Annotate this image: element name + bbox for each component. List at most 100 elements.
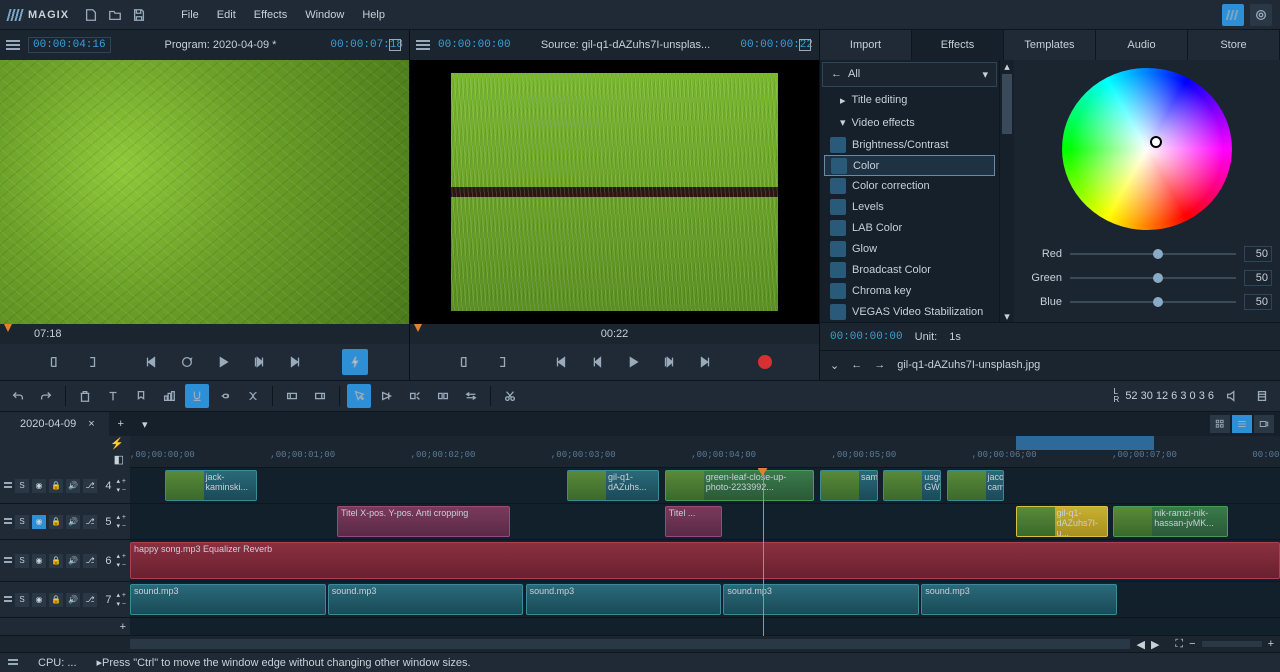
- goto-start-icon[interactable]: [138, 349, 164, 375]
- fx-broadcast-color[interactable]: Broadcast Color: [824, 259, 995, 280]
- goto-end-icon[interactable]: [692, 349, 718, 375]
- effects-back-all[interactable]: ← All ▾: [822, 62, 997, 87]
- tab-templates[interactable]: Templates: [1004, 30, 1096, 60]
- clip[interactable]: samuel-...: [820, 470, 878, 501]
- unit-value[interactable]: 1s: [949, 331, 961, 343]
- fx-button[interactable]: ⎇: [83, 554, 97, 568]
- lock-button[interactable]: 🔒: [49, 554, 63, 568]
- clip[interactable]: gil-q1-dAZuhs...: [567, 470, 659, 501]
- fit-icon[interactable]: ⛶: [1175, 638, 1183, 651]
- clip[interactable]: sound.mp3: [723, 584, 919, 615]
- clip[interactable]: jack-kaminski...: [165, 470, 257, 501]
- set-out-icon[interactable]: [488, 349, 514, 375]
- expand-up-icon[interactable]: ▴ +: [116, 591, 126, 599]
- mode1-icon[interactable]: [280, 384, 304, 408]
- add-tab-icon[interactable]: +: [109, 412, 133, 436]
- zoom-out-icon[interactable]: −: [1189, 638, 1195, 650]
- ungroup-icon[interactable]: [241, 384, 265, 408]
- meter-toggle-icon[interactable]: [1250, 384, 1274, 408]
- menu-file[interactable]: File: [181, 9, 199, 21]
- lock-button[interactable]: 🔒: [49, 479, 63, 493]
- track-content[interactable]: happy song.mp3 Equalizer Reverb: [130, 540, 1280, 581]
- program-preview[interactable]: [0, 60, 409, 324]
- in-marker-icon[interactable]: [4, 324, 12, 332]
- menu-help[interactable]: Help: [362, 9, 385, 21]
- speaker-button[interactable]: 🔊: [66, 554, 80, 568]
- arrow-tool-icon[interactable]: [347, 384, 371, 408]
- settings-gear-icon[interactable]: [1250, 4, 1272, 26]
- clip[interactable]: happy song.mp3 Equalizer Reverb: [130, 542, 1280, 579]
- expand-down-icon[interactable]: ▾ −: [116, 486, 126, 494]
- track-content[interactable]: [130, 618, 1280, 635]
- fx-scrollbar[interactable]: ▴▾: [1000, 60, 1014, 322]
- tool-d-icon[interactable]: [459, 384, 483, 408]
- title-icon[interactable]: [101, 384, 125, 408]
- track-content[interactable]: sound.mp3sound.mp3sound.mp3sound.mp3soun…: [130, 582, 1280, 617]
- zoom-in-icon[interactable]: +: [1268, 638, 1274, 650]
- clip[interactable]: usgs-GW...: [883, 470, 941, 501]
- solo-button[interactable]: S: [15, 515, 29, 529]
- snap-icon[interactable]: [185, 384, 209, 408]
- status-menu-icon[interactable]: [8, 659, 18, 667]
- track-menu-icon[interactable]: [4, 482, 12, 489]
- timeline-overview[interactable]: [130, 436, 1280, 450]
- track-menu-icon[interactable]: [4, 518, 12, 525]
- tab-effects[interactable]: Effects: [912, 30, 1004, 60]
- save-icon[interactable]: [130, 6, 148, 24]
- fx-lab-color[interactable]: LAB Color: [824, 218, 995, 239]
- fx-button[interactable]: ⎇: [83, 593, 97, 607]
- marker-icon[interactable]: [129, 384, 153, 408]
- add-track-icon[interactable]: +: [120, 621, 126, 633]
- ruler-toggle-icon[interactable]: ◧: [0, 450, 130, 468]
- scroll-right-icon[interactable]: ▶: [1151, 638, 1159, 651]
- clip[interactable]: sound.mp3: [526, 584, 722, 615]
- tab-menu-icon[interactable]: ▾: [133, 412, 157, 436]
- eye-button[interactable]: ◉: [32, 515, 46, 529]
- monitor-menu-icon[interactable]: [416, 40, 430, 50]
- undo-icon[interactable]: [6, 384, 30, 408]
- eye-button[interactable]: ◉: [32, 554, 46, 568]
- fx-color[interactable]: Color: [824, 155, 995, 176]
- menu-window[interactable]: Window: [305, 9, 344, 21]
- program-ruler[interactable]: 07:18: [0, 324, 409, 344]
- record-icon[interactable]: [752, 349, 778, 375]
- clip[interactable]: Titel ...: [665, 506, 723, 537]
- timeline-scrollbar[interactable]: ◀▶ ⛶ − +: [0, 636, 1280, 652]
- play-range-icon[interactable]: [656, 349, 682, 375]
- maximize-icon[interactable]: [799, 39, 811, 51]
- blue-slider[interactable]: [1070, 301, 1236, 303]
- collapse-icon[interactable]: ⌄: [830, 359, 839, 372]
- green-value[interactable]: 50: [1244, 270, 1272, 286]
- color-wheel[interactable]: [1062, 68, 1232, 230]
- project-tab[interactable]: 2020-04-09 ×: [0, 412, 109, 436]
- redo-icon[interactable]: [34, 384, 58, 408]
- speaker-button[interactable]: 🔊: [66, 515, 80, 529]
- layout-preset-button[interactable]: [1222, 4, 1244, 26]
- category-title-editing[interactable]: ▸Title editing: [820, 89, 999, 112]
- view-camera-icon[interactable]: [1254, 415, 1274, 433]
- fx-brightness-contrast[interactable]: Brightness/Contrast: [824, 134, 995, 155]
- clip[interactable]: sound.mp3: [328, 584, 524, 615]
- blue-value[interactable]: 50: [1244, 294, 1272, 310]
- cut-icon[interactable]: [498, 384, 522, 408]
- fx-color-correction[interactable]: Color correction: [824, 176, 995, 197]
- eye-button[interactable]: ◉: [32, 593, 46, 607]
- source-ruler[interactable]: 00:22: [410, 324, 819, 344]
- track-content[interactable]: jack-kaminski...gil-q1-dAZuhs...green-le…: [130, 468, 1280, 503]
- tab-import[interactable]: Import: [820, 30, 912, 60]
- eye-button[interactable]: ◉: [32, 479, 46, 493]
- track-content[interactable]: Titel X-pos. Y-pos. Anti croppingTitel .…: [130, 504, 1280, 539]
- play-range-icon[interactable]: [246, 349, 272, 375]
- fx-glow[interactable]: Glow: [824, 239, 995, 260]
- view-grid-icon[interactable]: [1210, 415, 1230, 433]
- fx-button[interactable]: ⎇: [83, 515, 97, 529]
- solo-button[interactable]: S: [15, 479, 29, 493]
- tool-c-icon[interactable]: [431, 384, 455, 408]
- clip[interactable]: sound.mp3: [921, 584, 1117, 615]
- expand-down-icon[interactable]: ▾ −: [116, 522, 126, 530]
- loop-icon[interactable]: [174, 349, 200, 375]
- set-in-icon[interactable]: [452, 349, 478, 375]
- fx-vegas-stabilization[interactable]: VEGAS Video Stabilization: [824, 301, 995, 322]
- fx-button[interactable]: ⎇: [83, 479, 97, 493]
- red-slider[interactable]: [1070, 253, 1236, 255]
